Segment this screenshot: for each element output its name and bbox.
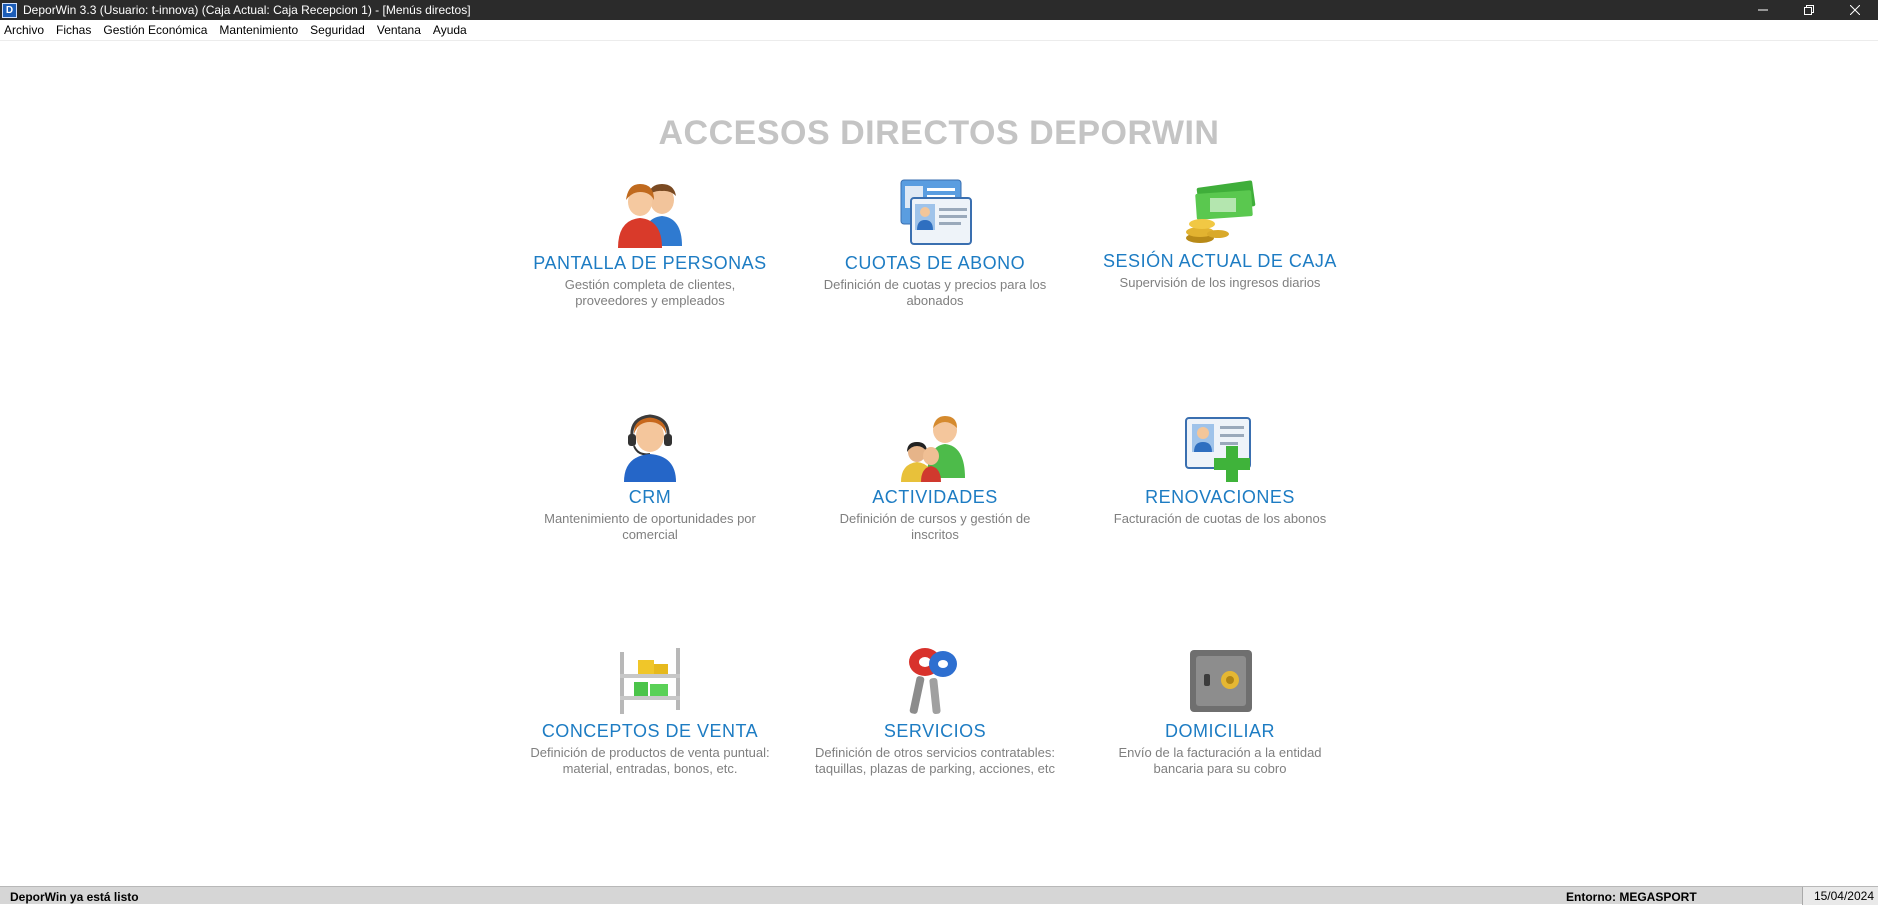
restore-button[interactable] — [1786, 0, 1832, 20]
menu-mantenimiento[interactable]: Mantenimiento — [213, 20, 304, 40]
menu-ventana[interactable]: Ventana — [371, 20, 427, 40]
safe-icon — [1190, 650, 1252, 712]
window-controls — [1740, 0, 1878, 20]
app-logo-icon: D — [2, 2, 17, 18]
menu-fichas[interactable]: Fichas — [50, 20, 97, 40]
tile-description: Facturación de cuotas de los abonos — [1113, 511, 1327, 526]
close-icon — [1850, 5, 1860, 15]
id-cards-icon — [900, 179, 972, 245]
close-button[interactable] — [1832, 0, 1878, 20]
tile-description: Supervisión de los ingresos diarios — [1119, 275, 1321, 290]
tile-renovaciones[interactable]: RENOVACIONES Facturación de cuotas de lo… — [1090, 412, 1350, 527]
group-icon — [901, 416, 965, 482]
tile-description: Definición de cuotas y precios para los … — [823, 277, 1047, 308]
shelf-icon — [620, 648, 680, 714]
menu-seguridad[interactable]: Seguridad — [304, 20, 371, 40]
menu-archivo[interactable]: Archivo — [0, 20, 50, 40]
page-title: ACCESOS DIRECTOS DEPORWIN — [658, 114, 1220, 152]
tile-title: ACTIVIDADES — [872, 487, 998, 507]
tile-title: CUOTAS DE ABONO — [844, 253, 1026, 273]
tile-title: RENOVACIONES — [1145, 487, 1295, 507]
tile-description: Definición de cursos y gestión de inscri… — [839, 511, 1031, 542]
tile-pantalla-de-personas[interactable]: PANTALLA DE PERSONAS Gestión completa de… — [520, 178, 780, 309]
minimize-button[interactable] — [1740, 0, 1786, 20]
tile-title: CONCEPTOS DE VENTA — [541, 721, 759, 741]
restore-icon — [1804, 5, 1814, 15]
window-title: DeporWin 3.3 (Usuario: t-innova) (Caja A… — [23, 3, 471, 17]
tile-description: Definición de otros servicios contratabl… — [815, 745, 1055, 776]
tile-title: PANTALLA DE PERSONAS — [533, 253, 767, 273]
tile-title: SESIÓN ACTUAL DE CAJA — [1103, 251, 1337, 271]
tile-conceptos-de-venta[interactable]: CONCEPTOS DE VENTA Definición de product… — [520, 646, 780, 777]
status-message: DeporWin ya está listo — [10, 890, 139, 904]
menu-gestion-economica[interactable]: Gestión Económica — [97, 20, 213, 40]
tile-domiciliar[interactable]: DOMICILIAR Envío de la facturación a la … — [1090, 646, 1350, 777]
menu-bar: Archivo Fichas Gestión Económica Manteni… — [0, 20, 1878, 41]
money-icon — [1186, 180, 1256, 243]
keys-icon — [909, 648, 957, 715]
status-date: 15/04/2024 — [1802, 887, 1878, 905]
tile-actividades[interactable]: ACTIVIDADES Definición de cursos y gesti… — [805, 412, 1065, 543]
menu-ayuda[interactable]: Ayuda — [427, 20, 473, 40]
window-titlebar: D DeporWin 3.3 (Usuario: t-innova) (Caja… — [0, 0, 1878, 20]
tile-title: SERVICIOS — [883, 721, 987, 741]
tile-description: Envío de la facturación a la entidad ban… — [1118, 745, 1322, 776]
tile-title: CRM — [628, 487, 672, 507]
minimize-icon — [1758, 9, 1768, 11]
tile-crm[interactable]: CRM Mantenimiento de oportunidades por c… — [520, 412, 780, 543]
tile-description: Mantenimiento de oportunidades por comer… — [544, 511, 756, 542]
tile-title: DOMICILIAR — [1164, 721, 1275, 741]
tile-servicios[interactable]: SERVICIOS Definición de otros servicios … — [805, 646, 1065, 777]
tile-description: Gestión completa de clientes, proveedore… — [564, 277, 736, 308]
headset-agent-icon — [624, 414, 676, 482]
tile-description: Definición de productos de venta puntual… — [530, 745, 770, 776]
tile-sesion-actual-de-caja[interactable]: SESIÓN ACTUAL DE CAJA Supervisión de los… — [1090, 178, 1350, 291]
status-environment: Entorno: MEGASPORT — [1566, 890, 1697, 904]
people-icon — [618, 184, 682, 248]
tile-cuotas-de-abono[interactable]: CUOTAS DE ABONO Definición de cuotas y p… — [805, 178, 1065, 309]
id-card-add-icon — [1185, 417, 1251, 482]
status-bar: DeporWin ya está listo Entorno: MEGASPOR… — [0, 886, 1878, 905]
